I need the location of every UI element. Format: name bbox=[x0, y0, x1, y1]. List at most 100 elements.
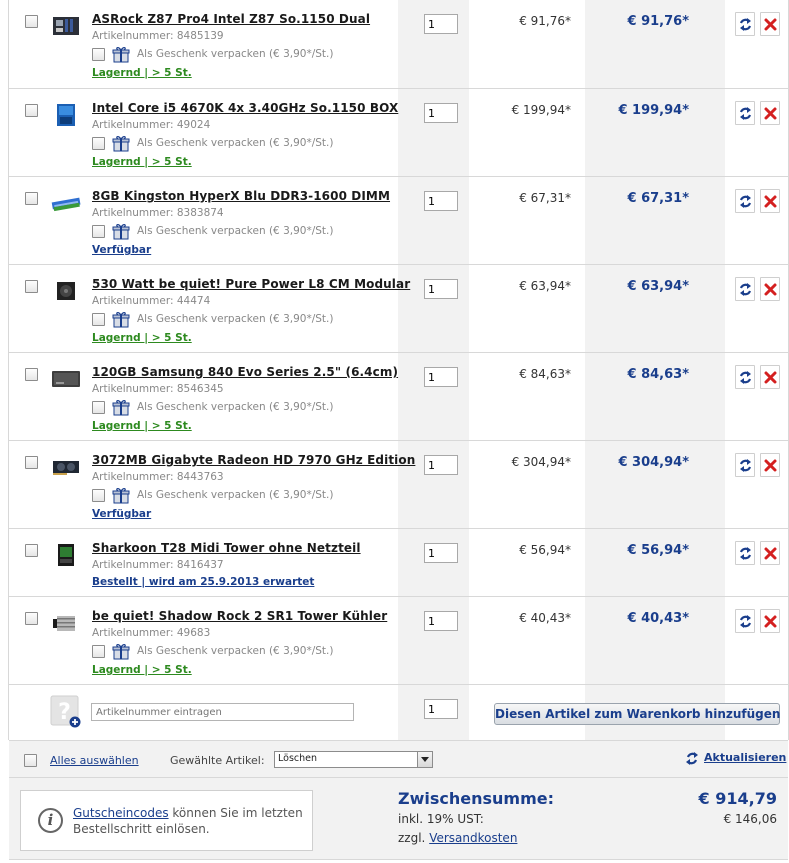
gift-wrap-label: Als Geschenk verpacken (€ 3,90*/St.) bbox=[137, 313, 334, 325]
article-number: Artikelnummer: 49683 bbox=[92, 627, 211, 639]
availability-status-link[interactable]: Lagernd | > 5 St. bbox=[92, 420, 192, 432]
delete-item-button[interactable] bbox=[760, 12, 780, 36]
line-total-price: € 56,94* bbox=[627, 543, 690, 558]
select-all-checkbox[interactable] bbox=[24, 754, 37, 767]
delete-item-button[interactable] bbox=[760, 277, 780, 301]
refresh-item-button[interactable] bbox=[735, 365, 755, 389]
quantity-input[interactable] bbox=[424, 191, 458, 211]
gift-wrap-checkbox[interactable] bbox=[92, 401, 105, 414]
line-total-price: € 84,63* bbox=[627, 367, 690, 382]
gift-wrap-checkbox[interactable] bbox=[92, 313, 105, 326]
unit-price: € 63,94* bbox=[519, 279, 571, 293]
item-select-checkbox[interactable] bbox=[25, 612, 38, 625]
gift-icon bbox=[112, 398, 130, 416]
unit-price: € 304,94* bbox=[511, 455, 571, 469]
product-name-link[interactable]: be quiet! Shadow Rock 2 SR1 Tower Kühler bbox=[92, 609, 387, 623]
cart-item-row: 530 Watt be quiet! Pure Power L8 CM Modu… bbox=[9, 265, 788, 353]
gift-wrap-checkbox[interactable] bbox=[92, 645, 105, 658]
availability-status-link[interactable]: Lagernd | > 5 St. bbox=[92, 67, 192, 79]
quantity-input[interactable] bbox=[424, 611, 458, 631]
gift-wrap-label: Als Geschenk verpacken (€ 3,90*/St.) bbox=[137, 401, 334, 413]
refresh-item-button[interactable] bbox=[735, 453, 755, 477]
add-quantity-input[interactable] bbox=[424, 699, 458, 719]
refresh-item-button[interactable] bbox=[735, 12, 755, 36]
unit-price: € 40,43* bbox=[519, 611, 571, 625]
product-name-link[interactable]: 120GB Samsung 840 Evo Series 2.5" (6.4cm… bbox=[92, 365, 398, 379]
refresh-item-button[interactable] bbox=[735, 277, 755, 301]
item-select-checkbox[interactable] bbox=[25, 15, 38, 28]
availability-status-link[interactable]: Bestellt | wird am 25.9.2013 erwartet bbox=[92, 576, 314, 588]
product-name-link[interactable]: ASRock Z87 Pro4 Intel Z87 So.1150 Dual bbox=[92, 12, 370, 26]
item-select-checkbox[interactable] bbox=[25, 368, 38, 381]
article-number-input[interactable] bbox=[91, 703, 354, 721]
quantity-input[interactable] bbox=[424, 455, 458, 475]
quantity-input[interactable] bbox=[424, 543, 458, 563]
quantity-input[interactable] bbox=[424, 14, 458, 34]
dropdown-arrow-icon[interactable] bbox=[417, 752, 432, 767]
quantity-input[interactable] bbox=[424, 103, 458, 123]
shipping-prefix: zzgl. bbox=[398, 831, 430, 845]
vat-value: € 146,06 bbox=[723, 812, 777, 826]
item-select-checkbox[interactable] bbox=[25, 192, 38, 205]
gift-wrap-checkbox[interactable] bbox=[92, 225, 105, 238]
case-thumbnail[interactable] bbox=[51, 543, 81, 567]
availability-status-link[interactable]: Lagernd | > 5 St. bbox=[92, 332, 192, 344]
gift-wrap-checkbox[interactable] bbox=[92, 48, 105, 61]
gift-wrap-checkbox[interactable] bbox=[92, 137, 105, 150]
item-select-checkbox[interactable] bbox=[25, 104, 38, 117]
line-total-price: € 67,31* bbox=[627, 191, 690, 206]
delete-item-button[interactable] bbox=[760, 101, 780, 125]
cart-item-row: be quiet! Shadow Rock 2 SR1 Tower Kühler… bbox=[9, 597, 788, 685]
select-all-link[interactable]: Alles auswählen bbox=[50, 754, 139, 767]
delete-item-button[interactable] bbox=[760, 365, 780, 389]
cpu-cooler-thumbnail[interactable] bbox=[51, 611, 81, 635]
ssd-thumbnail[interactable] bbox=[51, 367, 81, 391]
line-total-price: € 63,94* bbox=[627, 279, 690, 294]
motherboard-thumbnail[interactable] bbox=[51, 14, 81, 38]
availability-status-link[interactable]: Lagernd | > 5 St. bbox=[92, 664, 192, 676]
article-number: Artikelnummer: 8383874 bbox=[92, 207, 224, 219]
unit-price: € 91,76* bbox=[519, 14, 571, 28]
item-select-checkbox[interactable] bbox=[25, 544, 38, 557]
gift-wrap-label: Als Geschenk verpacken (€ 3,90*/St.) bbox=[137, 48, 334, 60]
shopping-cart: ASRock Z87 Pro4 Intel Z87 So.1150 Dual Ar… bbox=[0, 0, 789, 863]
gift-wrap-option: Als Geschenk verpacken (€ 3,90*/St.) bbox=[92, 45, 352, 63]
product-name-link[interactable]: Sharkoon T28 Midi Tower ohne Netzteil bbox=[92, 541, 361, 555]
refresh-item-button[interactable] bbox=[735, 609, 755, 633]
refresh-icon bbox=[739, 195, 752, 208]
quantity-input[interactable] bbox=[424, 279, 458, 299]
gift-wrap-option: Als Geschenk verpacken (€ 3,90*/St.) bbox=[92, 642, 352, 660]
refresh-icon bbox=[739, 459, 752, 472]
ram-thumbnail[interactable] bbox=[51, 191, 81, 215]
graphics-card-thumbnail[interactable] bbox=[51, 455, 81, 479]
gift-wrap-checkbox[interactable] bbox=[92, 489, 105, 502]
delete-item-button[interactable] bbox=[760, 541, 780, 565]
delete-item-button[interactable] bbox=[760, 453, 780, 477]
availability-status-link[interactable]: Verfügbar bbox=[92, 244, 151, 256]
gift-icon bbox=[112, 134, 130, 152]
product-name-link[interactable]: 3072MB Gigabyte Radeon HD 7970 GHz Editi… bbox=[92, 453, 415, 467]
shipping-costs-link[interactable]: Versandkosten bbox=[429, 831, 517, 845]
product-name-link[interactable]: 8GB Kingston HyperX Blu DDR3-1600 DIMM bbox=[92, 189, 390, 203]
cpu-box-thumbnail[interactable] bbox=[51, 103, 81, 127]
product-name-link[interactable]: 530 Watt be quiet! Pure Power L8 CM Modu… bbox=[92, 277, 410, 291]
item-select-checkbox[interactable] bbox=[25, 280, 38, 293]
article-number: Artikelnummer: 49024 bbox=[92, 119, 211, 131]
refresh-item-button[interactable] bbox=[735, 101, 755, 125]
availability-status-link[interactable]: Lagernd | > 5 St. bbox=[92, 156, 192, 168]
delete-item-button[interactable] bbox=[760, 609, 780, 633]
item-select-checkbox[interactable] bbox=[25, 456, 38, 469]
refresh-icon bbox=[686, 752, 698, 765]
psu-thumbnail[interactable] bbox=[51, 279, 81, 303]
voucher-codes-link[interactable]: Gutscheincodes bbox=[73, 806, 169, 820]
quantity-input[interactable] bbox=[424, 367, 458, 387]
product-name-link[interactable]: Intel Core i5 4670K 4x 3.40GHz So.1150 B… bbox=[92, 101, 398, 115]
delete-icon bbox=[764, 18, 777, 31]
delete-item-button[interactable] bbox=[760, 189, 780, 213]
add-to-cart-button[interactable]: Diesen Artikel zum Warenkorb hinzufügen bbox=[494, 703, 780, 725]
cart-item-row: Sharkoon T28 Midi Tower ohne Netzteil Art… bbox=[9, 529, 788, 597]
availability-status-link[interactable]: Verfügbar bbox=[92, 508, 151, 520]
refresh-item-button[interactable] bbox=[735, 189, 755, 213]
refresh-item-button[interactable] bbox=[735, 541, 755, 565]
bulk-action-select[interactable]: Löschen bbox=[274, 751, 433, 768]
